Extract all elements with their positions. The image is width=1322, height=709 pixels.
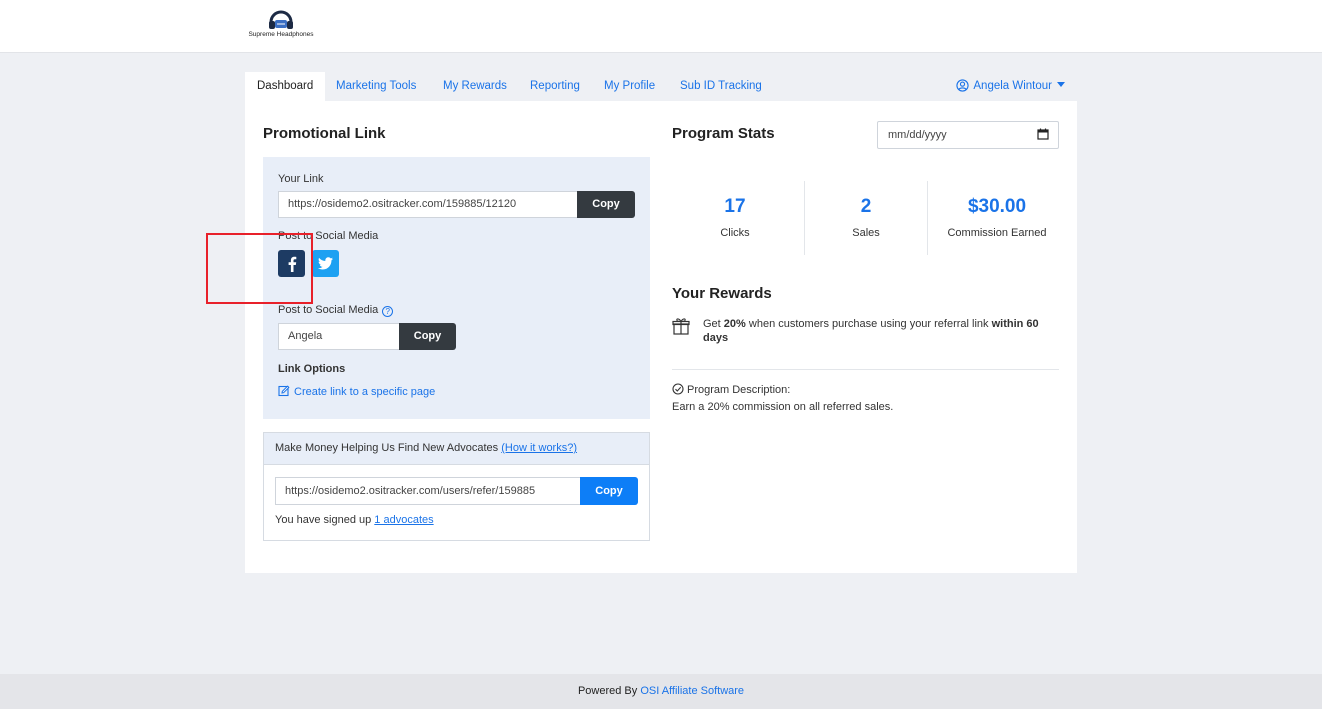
- user-circle-icon: [956, 79, 970, 92]
- copy-link-button[interactable]: Copy: [577, 191, 635, 218]
- tab-marketing-tools[interactable]: Marketing Tools: [324, 72, 428, 101]
- stat-sales-label: Sales: [852, 227, 880, 239]
- edit-icon: [278, 385, 290, 397]
- stat-commission-value: $30.00: [967, 196, 1027, 217]
- check-circle-icon: [672, 383, 684, 395]
- copy-social-button[interactable]: Copy: [399, 323, 456, 350]
- user-name: Angela Wintour: [973, 80, 1052, 92]
- tab-reporting[interactable]: Reporting: [518, 72, 592, 101]
- advocates-count-link[interactable]: 1 advocates: [374, 514, 433, 526]
- your-link-label: Your Link: [278, 173, 324, 185]
- stat-sales-value: 2: [860, 196, 872, 217]
- social-name-input[interactable]: Angela: [278, 323, 400, 350]
- gift-icon: [672, 318, 690, 335]
- chevron-down-icon: [1057, 82, 1065, 87]
- refer-link-input[interactable]: https://osidemo2.ositracker.com/users/re…: [275, 477, 581, 505]
- promo-link-box: Your Link https://osidemo2.ositracker.co…: [263, 157, 650, 419]
- help-icon[interactable]: ?: [382, 306, 394, 317]
- create-link-option[interactable]: Create link to a specific page: [278, 385, 435, 398]
- reward-description: Get 20% when customers purchase using yo…: [703, 318, 1039, 344]
- program-stats-title: Program Stats: [672, 125, 775, 142]
- stat-divider: [804, 181, 805, 255]
- logo-text: Supreme Headphones: [248, 31, 314, 38]
- stat-clicks-label: Clicks: [720, 227, 750, 239]
- date-input[interactable]: mm/dd/yyyy: [877, 121, 1059, 149]
- stat-divider: [927, 181, 928, 255]
- tab-my-profile[interactable]: My Profile: [592, 72, 667, 101]
- social-media-label-2: Post to Social Media?: [278, 304, 394, 317]
- link-options-label: Link Options: [278, 363, 346, 375]
- stat-commission: $30.00 Commission Earned: [937, 196, 1057, 239]
- stat-commission-label: Commission Earned: [947, 227, 1047, 239]
- main-nav-tabs: Dashboard Marketing Tools My Rewards Rep…: [245, 72, 1077, 101]
- signed-up-text: You have signed up 1 advocates: [275, 514, 434, 526]
- your-rewards-title: Your Rewards: [672, 285, 772, 302]
- stat-sales: 2 Sales: [816, 196, 916, 239]
- advocates-header: Make Money Helping Us Find New Advocates…: [264, 433, 649, 465]
- calendar-icon[interactable]: [1037, 128, 1049, 140]
- copy-refer-button[interactable]: Copy: [580, 477, 638, 505]
- dashboard-panel: Promotional Link Your Link https://oside…: [245, 101, 1077, 573]
- user-menu[interactable]: Angela Wintour: [956, 72, 1077, 101]
- twitter-share-button[interactable]: [312, 250, 339, 277]
- program-description-label: Program Description:: [672, 383, 790, 396]
- tab-sub-id-tracking[interactable]: Sub ID Tracking: [668, 72, 774, 101]
- brand-logo[interactable]: Supreme Headphones: [246, 10, 316, 38]
- program-description-text: Earn a 20% commission on all referred sa…: [672, 401, 894, 413]
- how-it-works-link[interactable]: (How it works?): [501, 442, 577, 454]
- section-divider: [672, 369, 1059, 370]
- osi-software-link[interactable]: OSI Affiliate Software: [640, 685, 744, 697]
- highlight-box: [206, 233, 313, 304]
- headphones-logo-icon: [269, 10, 293, 29]
- twitter-icon: [318, 257, 333, 270]
- stat-clicks-value: 17: [724, 196, 746, 217]
- promo-title: Promotional Link: [263, 125, 386, 142]
- advocates-box: Make Money Helping Us Find New Advocates…: [263, 432, 650, 541]
- stat-clicks: 17 Clicks: [685, 196, 785, 239]
- your-link-input[interactable]: https://osidemo2.ositracker.com/159885/1…: [278, 191, 578, 218]
- footer: Powered By OSI Affiliate Software: [0, 674, 1322, 709]
- tab-my-rewards[interactable]: My Rewards: [431, 72, 519, 101]
- tab-dashboard[interactable]: Dashboard: [245, 72, 326, 101]
- top-header: Supreme Headphones: [0, 0, 1322, 53]
